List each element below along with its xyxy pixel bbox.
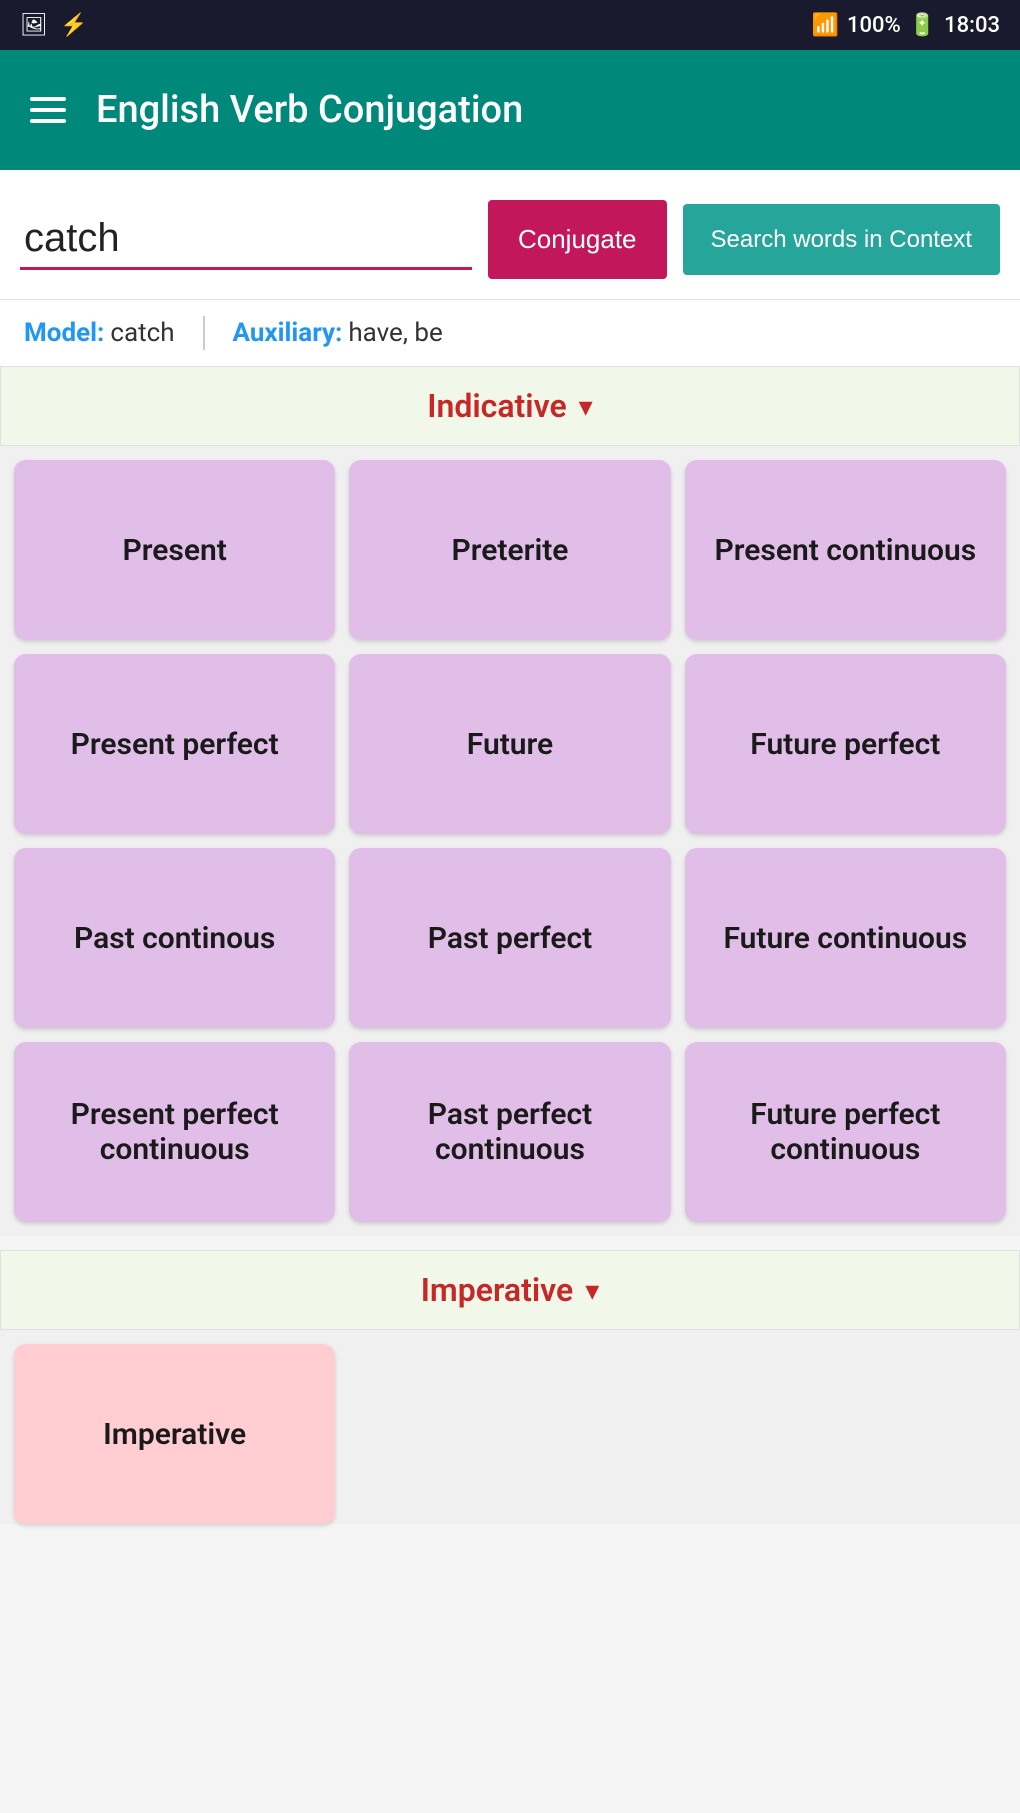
model-value: catch <box>110 318 174 348</box>
indicative-chevron-icon: ▾ <box>579 390 593 423</box>
status-right-info: 📶 100% 🔋 18:03 <box>812 13 1000 38</box>
model-label: Model: <box>24 318 104 348</box>
cell-present-perfect-continuous[interactable]: Present perfect continuous <box>14 1042 335 1222</box>
cell-past-continous[interactable]: Past continous <box>14 848 335 1028</box>
cell-present-perfect[interactable]: Present perfect <box>14 654 335 834</box>
imperative-chevron-icon: ▾ <box>585 1274 599 1307</box>
indicative-section-header[interactable]: Indicative ▾ <box>0 366 1020 446</box>
clock: 18:03 <box>944 13 1000 38</box>
cell-future-perfect-continuous[interactable]: Future perfect continuous <box>685 1042 1006 1222</box>
image-icon: 🖼 <box>20 13 48 38</box>
bolt-icon: ⚡ <box>60 13 87 38</box>
imperative-section-header[interactable]: Imperative ▾ <box>0 1250 1020 1330</box>
cell-present-continuous[interactable]: Present continuous <box>685 460 1006 640</box>
conjugate-button[interactable]: Conjugate <box>488 200 667 279</box>
cell-future-continuous[interactable]: Future continuous <box>685 848 1006 1028</box>
auxiliary-label: Auxiliary: <box>233 318 343 348</box>
cell-preterite[interactable]: Preterite <box>349 460 670 640</box>
conjugation-grid: Present Preterite Present continuous Pre… <box>0 446 1020 1236</box>
cell-future[interactable]: Future <box>349 654 670 834</box>
verb-input[interactable] <box>20 210 472 270</box>
search-words-context-button[interactable]: Search words in Context <box>683 204 1000 275</box>
app-header: English Verb Conjugation <box>0 50 1020 170</box>
model-aux-row: Model: catch Auxiliary: have, be <box>0 299 1020 366</box>
imperative-grid: Imperative <box>0 1330 1020 1524</box>
imperative-title: Imperative <box>421 1271 574 1309</box>
search-input-wrap <box>20 210 472 270</box>
app-title: English Verb Conjugation <box>96 88 523 132</box>
status-left-icons: 🖼 ⚡ <box>20 13 87 38</box>
battery-icon: 🔋 <box>909 13 936 38</box>
signal-icon: 📶 <box>812 13 839 38</box>
cell-imperative[interactable]: Imperative <box>14 1344 335 1524</box>
hamburger-line3 <box>30 119 66 123</box>
cell-past-perfect[interactable]: Past perfect <box>349 848 670 1028</box>
status-bar: 🖼 ⚡ 📶 100% 🔋 18:03 <box>0 0 1020 50</box>
auxiliary-value: have, be <box>348 318 442 348</box>
hamburger-menu[interactable] <box>30 97 66 123</box>
cell-past-perfect-continuous[interactable]: Past perfect continuous <box>349 1042 670 1222</box>
cell-future-perfect[interactable]: Future perfect <box>685 654 1006 834</box>
indicative-title: Indicative <box>427 387 566 425</box>
hamburger-line1 <box>30 97 66 101</box>
vertical-divider <box>203 316 205 350</box>
cell-present[interactable]: Present <box>14 460 335 640</box>
battery-percentage: 100% <box>847 13 901 38</box>
hamburger-line2 <box>30 108 66 112</box>
search-area: Conjugate Search words in Context <box>0 170 1020 299</box>
